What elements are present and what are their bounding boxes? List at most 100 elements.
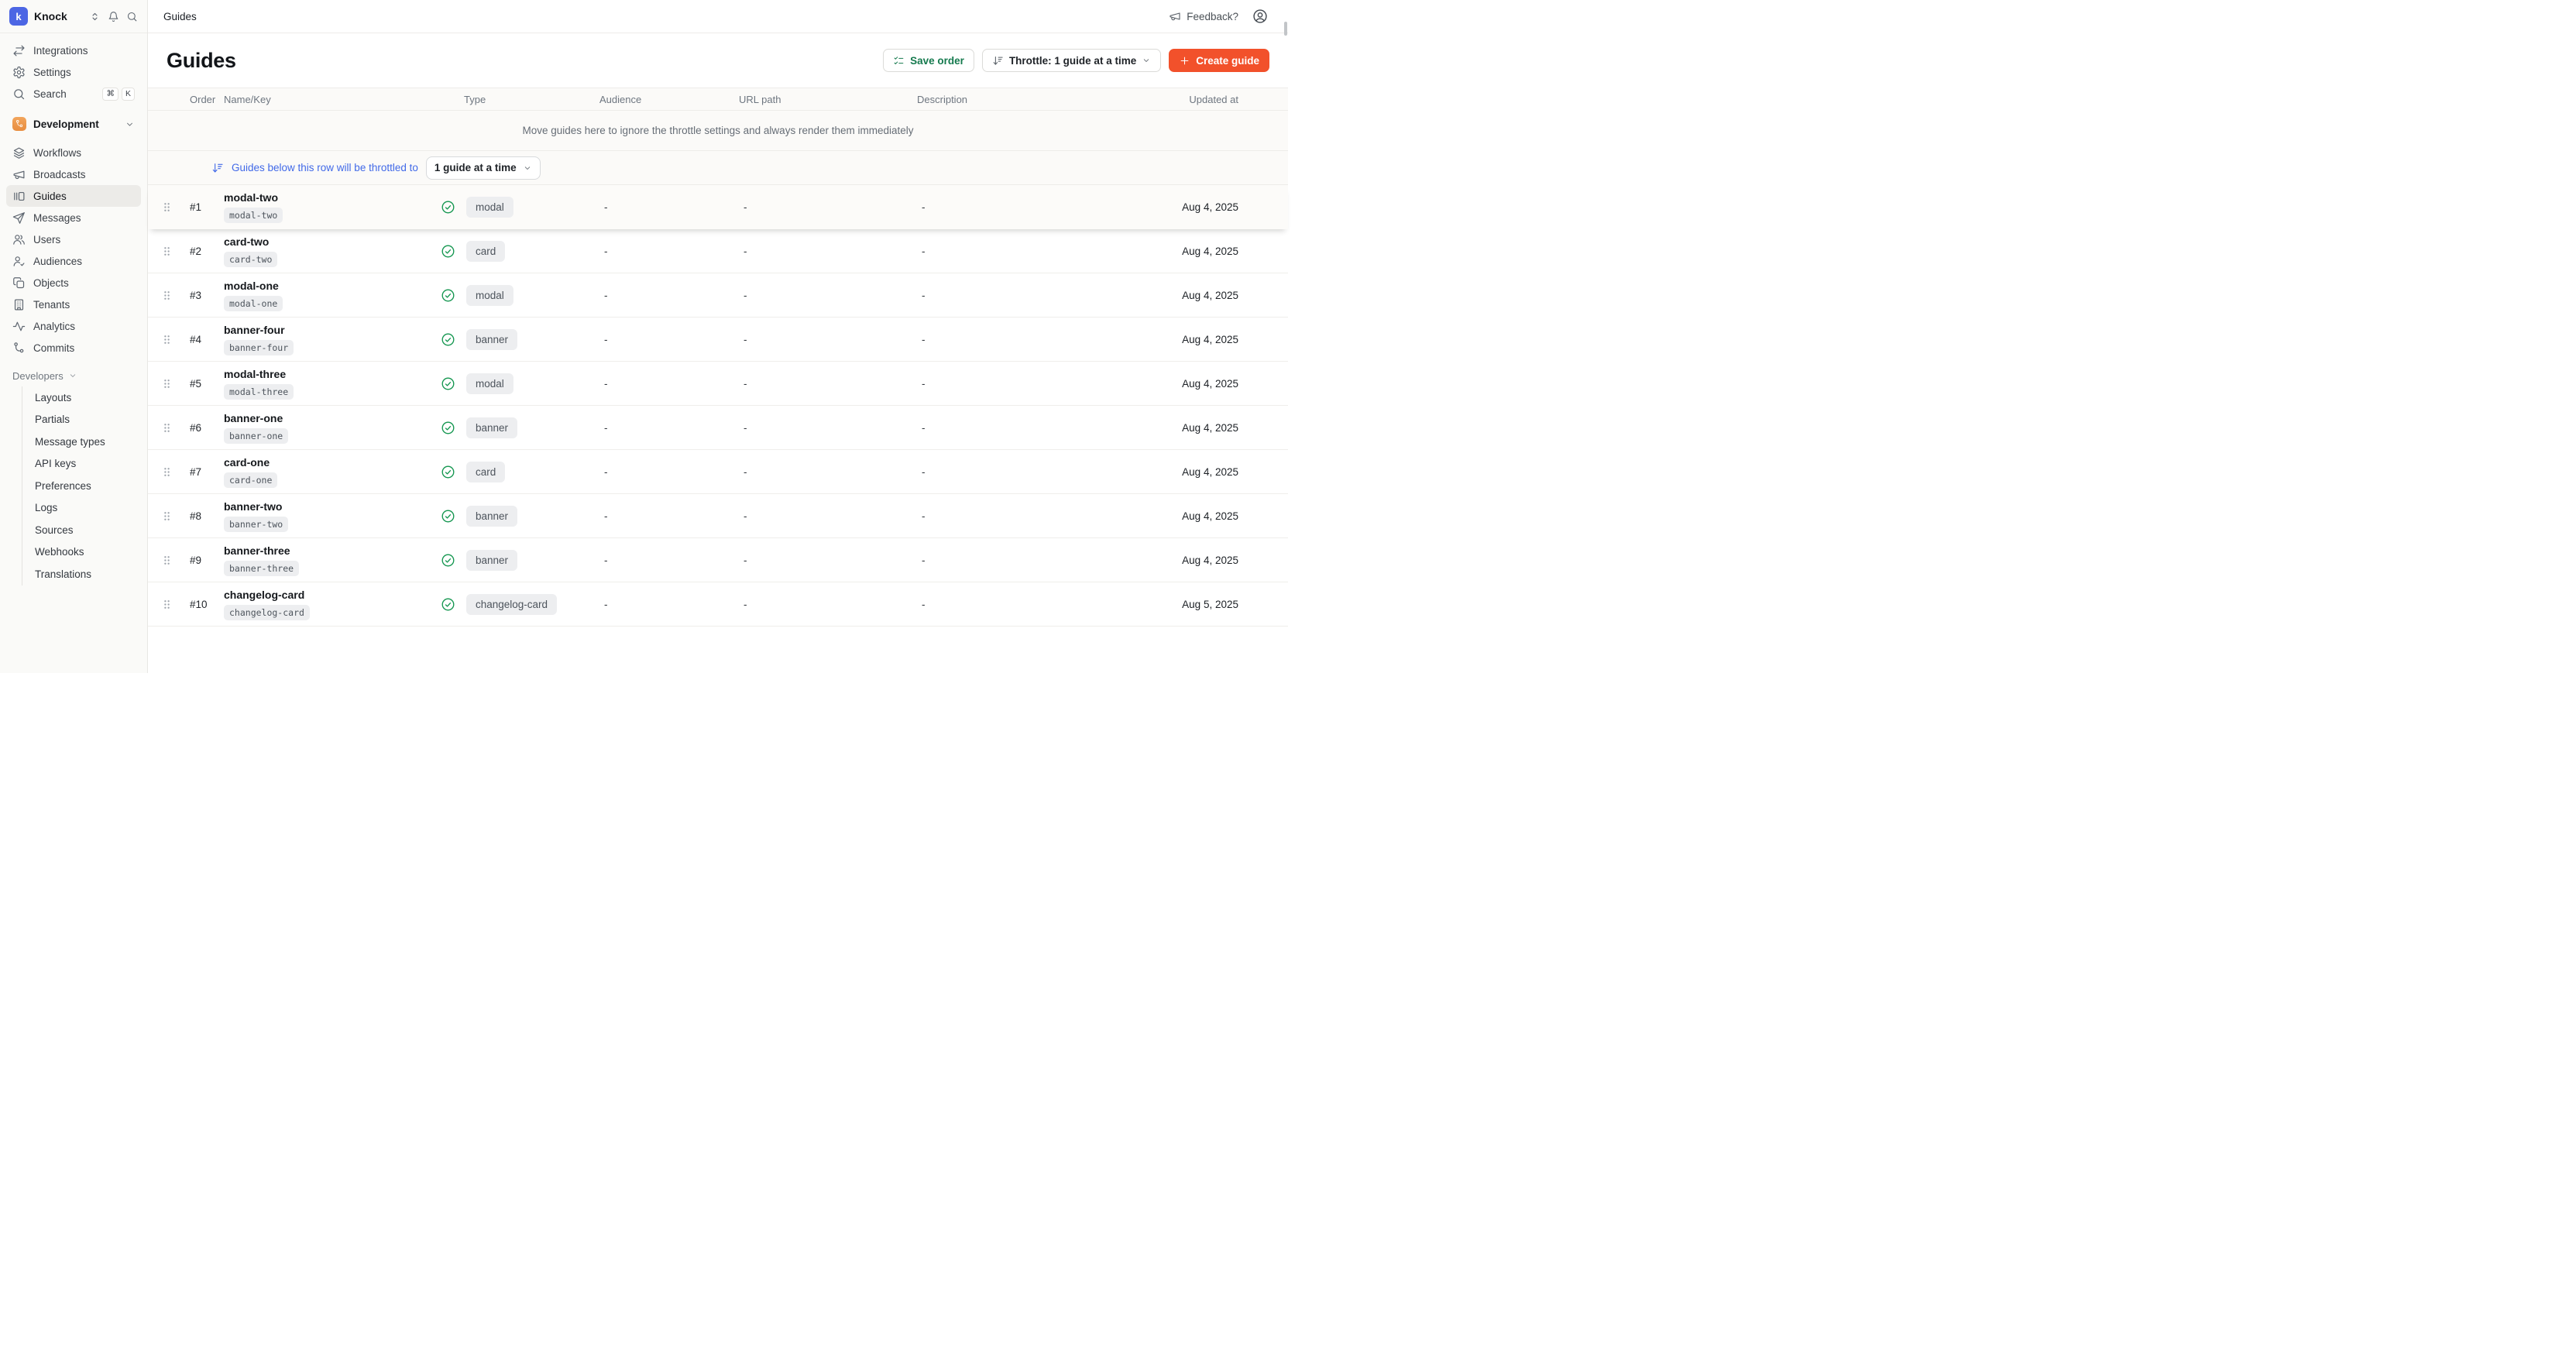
sidebar-item-logs[interactable]: Logs [22, 497, 141, 520]
sidebar-item-sources[interactable]: Sources [22, 519, 141, 541]
table-row[interactable]: #5modal-threemodal-threemodal---Aug 4, 2… [148, 362, 1288, 406]
sidebar-item-audiences[interactable]: Audiences [6, 250, 141, 272]
sidebar-item-settings[interactable]: Settings [6, 61, 141, 83]
updated-at-value: Aug 5, 2025 [1103, 599, 1238, 610]
drag-handle-icon[interactable] [160, 510, 173, 523]
sidebar-item-users[interactable]: Users [6, 228, 141, 250]
sidebar-item-messages[interactable]: Messages [6, 207, 141, 228]
sidebar-item-api-keys[interactable]: API keys [22, 453, 141, 476]
unthrottled-drop-zone[interactable]: Move guides here to ignore the throttle … [148, 111, 1288, 151]
sidebar-item-integrations[interactable]: Integrations [6, 39, 141, 61]
scrollbar-thumb[interactable] [1284, 22, 1287, 36]
description-value: - [917, 290, 1103, 301]
status-check-icon [441, 288, 455, 303]
sidebar-item-label: API keys [35, 458, 76, 469]
drag-handle-icon[interactable] [160, 421, 173, 434]
sidebar-item-label: Workflows [33, 147, 81, 159]
audience-value: - [599, 290, 739, 301]
save-order-button[interactable]: Save order [883, 49, 974, 72]
user-avatar-icon[interactable] [1252, 9, 1268, 24]
status-check-icon [441, 465, 455, 479]
sidebar-item-commits[interactable]: Commits [6, 337, 141, 359]
audience-value: - [599, 246, 739, 257]
table-row[interactable]: #1modal-twomodal-twomodal---Aug 4, 2025 [148, 185, 1288, 229]
environment-switcher[interactable]: Development [6, 112, 141, 136]
table-row[interactable]: #7card-onecard-onecard---Aug 4, 2025 [148, 450, 1288, 494]
sidebar-item-workflows[interactable]: Workflows [6, 142, 141, 163]
sidebar-item-label: Commits [33, 342, 74, 354]
table-row[interactable]: #4banner-fourbanner-fourbanner---Aug 4, … [148, 318, 1288, 362]
sidebar-item-partials[interactable]: Partials [22, 409, 141, 431]
knock-logo: k [9, 7, 28, 26]
url-path-value: - [739, 246, 917, 257]
guide-name: banner-three [224, 544, 290, 557]
table-row[interactable]: #9banner-threebanner-threebanner---Aug 4… [148, 538, 1288, 582]
create-guide-button[interactable]: Create guide [1169, 49, 1269, 72]
guide-type-chip: modal [466, 285, 513, 306]
throttle-amount-select[interactable]: 1 guide at a time [426, 156, 541, 180]
search-icon[interactable] [126, 11, 138, 22]
sidebar-item-message-types[interactable]: Message types [22, 431, 141, 453]
updated-at-value: Aug 4, 2025 [1103, 334, 1238, 345]
guide-name: card-one [224, 456, 270, 469]
sidebar-item-layouts[interactable]: Layouts [22, 386, 141, 409]
guide-name: banner-two [224, 500, 282, 513]
sidebar-item-translations[interactable]: Translations [22, 563, 141, 585]
paper-plane-icon [12, 211, 26, 225]
column-header-updated-at: Updated at [1103, 94, 1238, 105]
feedback-button[interactable]: Feedback? [1169, 10, 1238, 22]
bell-icon[interactable] [108, 11, 119, 22]
table-row[interactable]: #8banner-twobanner-twobanner---Aug 4, 20… [148, 494, 1288, 538]
git-branch-icon [15, 119, 24, 129]
table-row[interactable]: #3modal-onemodal-onemodal---Aug 4, 2025 [148, 273, 1288, 318]
workspace-name: Knock [34, 10, 67, 22]
developers-section-toggle[interactable]: Developers [6, 366, 141, 385]
guide-type-chip: changelog-card [466, 594, 557, 615]
building-icon [12, 298, 26, 311]
updated-at-value: Aug 4, 2025 [1103, 422, 1238, 434]
drag-handle-icon[interactable] [160, 333, 173, 346]
drag-handle-icon[interactable] [160, 201, 173, 214]
pages-icon [12, 276, 26, 290]
row-order: #1 [184, 201, 224, 213]
guides-table: Order Name/Key Type Audience URL path De… [148, 88, 1288, 627]
sidebar-item-tenants[interactable]: Tenants [6, 294, 141, 315]
drag-handle-icon[interactable] [160, 465, 173, 479]
sidebar-item-search[interactable]: Search⌘K [6, 83, 141, 105]
table-row[interactable]: #2card-twocard-twocard---Aug 4, 2025 [148, 229, 1288, 273]
gear-icon [12, 66, 26, 79]
row-order: #5 [184, 378, 224, 390]
main-area: Guides Feedback? Guides Save order Throt [148, 0, 1288, 673]
description-value: - [917, 555, 1103, 566]
chevron-down-icon [125, 119, 135, 129]
drag-handle-icon[interactable] [160, 245, 173, 258]
drag-handle-icon[interactable] [160, 377, 173, 390]
table-row[interactable]: #6banner-onebanner-onebanner---Aug 4, 20… [148, 406, 1288, 450]
sidebar-item-guides[interactable]: Guides [6, 185, 141, 207]
sidebar-item-label: Layouts [35, 392, 71, 403]
sidebar-item-objects[interactable]: Objects [6, 272, 141, 294]
checklist-icon [893, 55, 905, 67]
audience-value: - [599, 599, 739, 610]
url-path-value: - [739, 290, 917, 301]
row-order: #7 [184, 466, 224, 478]
drag-handle-icon[interactable] [160, 554, 173, 567]
guide-key-chip: modal-two [224, 208, 283, 223]
sidebar-item-analytics[interactable]: Analytics [6, 315, 141, 337]
sidebar-item-broadcasts[interactable]: Broadcasts [6, 163, 141, 185]
breadcrumb[interactable]: Guides [163, 11, 197, 22]
environment-badge [12, 117, 26, 131]
key-cap: K [122, 88, 135, 101]
table-row[interactable]: #10changelog-cardchangelog-cardchangelog… [148, 582, 1288, 627]
drag-handle-icon[interactable] [160, 598, 173, 611]
sidebar-item-preferences[interactable]: Preferences [22, 475, 141, 497]
url-path-value: - [739, 201, 917, 213]
throttle-divider-row: Guides below this row will be throttled … [148, 151, 1288, 185]
sidebar-item-webhooks[interactable]: Webhooks [22, 541, 141, 564]
url-path-value: - [739, 334, 917, 345]
chevrons-up-down-icon[interactable] [89, 11, 101, 22]
guide-name: modal-two [224, 191, 278, 204]
throttle-dropdown-button[interactable]: Throttle: 1 guide at a time [982, 49, 1161, 72]
column-header-name-key: Name/Key [224, 94, 441, 105]
drag-handle-icon[interactable] [160, 289, 173, 302]
